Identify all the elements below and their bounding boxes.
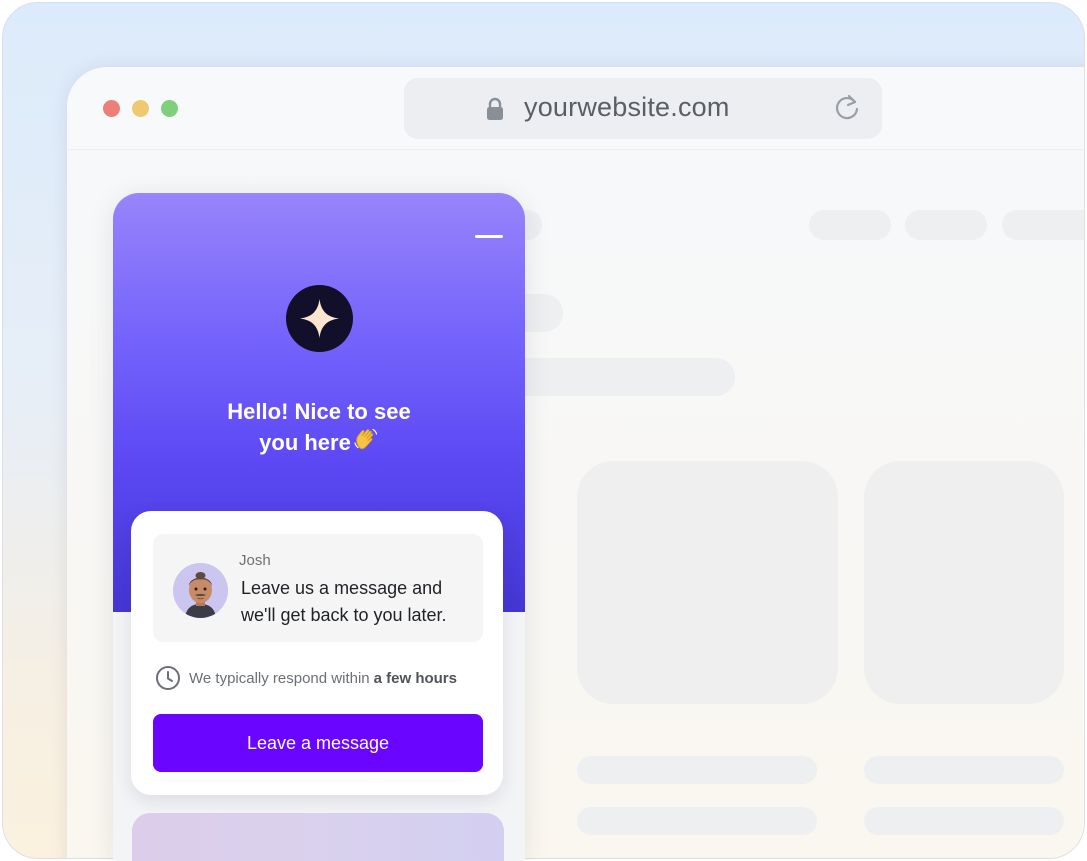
placeholder-card: [577, 461, 838, 704]
greeting-line-2-text: you here: [259, 430, 351, 455]
minimize-widget-button[interactable]: [475, 229, 503, 245]
message-card: Josh Leave us a message and we'll get ba…: [131, 511, 503, 795]
clock-icon: [156, 666, 180, 690]
lock-icon: [487, 97, 503, 120]
browser-titlebar: yourwebsite.com: [67, 67, 1084, 150]
agent-avatar: [173, 563, 228, 618]
message-text: Leave us a message and we'll get back to…: [241, 575, 481, 629]
leave-message-button[interactable]: Leave a message: [153, 714, 483, 772]
placeholder-text-line: [864, 807, 1064, 835]
placeholder-text-line: [577, 756, 817, 784]
sender-name: Josh: [239, 552, 271, 569]
placeholder-nav-item: [905, 210, 987, 240]
url-text[interactable]: yourwebsite.com: [524, 92, 730, 123]
placeholder-text-line: [577, 807, 817, 835]
chat-widget: Hello! Nice to see you here Josh Leave u…: [113, 193, 525, 861]
reload-icon[interactable]: [832, 93, 862, 123]
message-line-1: Leave us a message and: [241, 578, 443, 598]
greeting-line-1: Hello! Nice to see: [227, 399, 411, 424]
placeholder-text-line: [864, 756, 1064, 784]
waving-hand-icon: [354, 428, 377, 450]
sparkle-icon: [300, 299, 339, 338]
response-time-note: We typically respond within a few hours: [155, 664, 457, 692]
placeholder-nav-item: [1002, 210, 1084, 240]
close-window-button[interactable]: [103, 100, 120, 117]
brand-logo: [286, 285, 353, 352]
memoji-avatar-icon: [173, 563, 228, 618]
response-prefix: We typically respond within: [189, 669, 370, 687]
message-line-2: we'll get back to you later.: [241, 605, 447, 625]
agent-message: Josh Leave us a message and we'll get ba…: [153, 534, 483, 642]
secondary-card[interactable]: [132, 813, 504, 861]
minimize-window-button[interactable]: [132, 100, 149, 117]
greeting-text: Hello! Nice to see you here: [113, 396, 525, 458]
placeholder-nav-item: [809, 210, 891, 240]
maximize-window-button[interactable]: [161, 100, 178, 117]
placeholder-card: [864, 461, 1064, 704]
minimize-icon: [475, 235, 503, 238]
address-bar[interactable]: yourwebsite.com: [404, 78, 882, 139]
response-time: a few hours: [373, 669, 457, 687]
greeting-line-2: you here: [113, 427, 525, 458]
